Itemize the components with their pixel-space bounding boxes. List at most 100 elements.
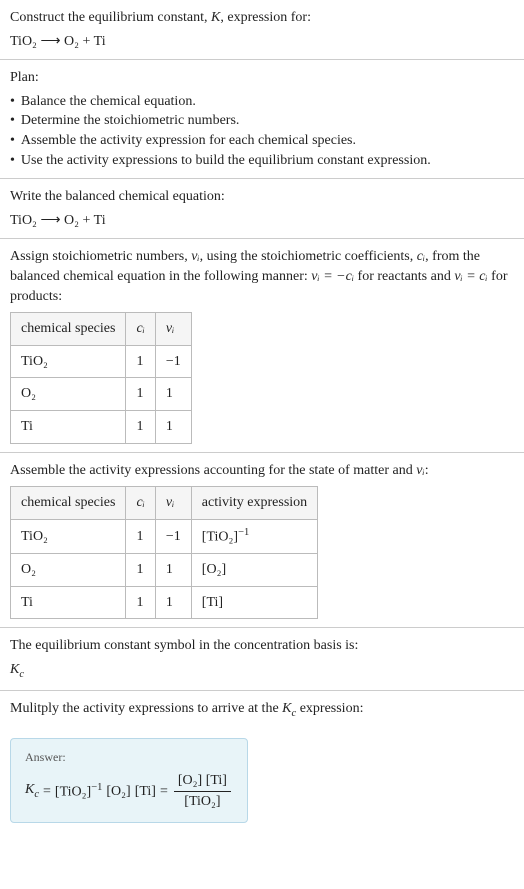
table-row: O₂ 1 1: [11, 378, 192, 411]
cell-species: Ti: [11, 410, 126, 443]
term1: [TiO₂]−1: [55, 781, 102, 802]
nu-i: νᵢ: [191, 249, 199, 264]
bullet-icon: •: [10, 111, 15, 131]
plan-item: • Determine the stoichiometric numbers.: [10, 111, 514, 131]
cell-ci: 1: [126, 519, 155, 553]
kc-k: K: [282, 701, 291, 716]
cell-activity: [TiO₂]−1: [191, 519, 317, 553]
cell-species: Ti: [11, 586, 126, 619]
rel1: νᵢ = −cᵢ: [311, 269, 354, 284]
table-row: TiO₂ 1 −1 [TiO₂]−1: [11, 519, 318, 553]
stoich-intro-d: for reactants and: [354, 269, 454, 284]
activity-section: Assemble the activity expressions accoun…: [0, 453, 524, 629]
cell-ci: 1: [126, 378, 155, 411]
term1-base: [TiO₂]: [55, 785, 91, 800]
c-i: cᵢ: [417, 249, 425, 264]
cell-vi: −1: [155, 345, 191, 378]
col-ci: cᵢ: [126, 487, 155, 520]
cell-ci: 1: [126, 553, 155, 586]
kc-inline: Kc: [282, 701, 296, 716]
fraction: [O₂] [Ti] [TiO₂]: [174, 771, 231, 811]
activity-intro-b: :: [425, 463, 429, 478]
cell-species: TiO₂: [11, 345, 126, 378]
reaction-equation: TiO₂ ⟶ O₂ + Ti: [10, 32, 514, 52]
cell-species: O₂: [11, 553, 126, 586]
expr-base: [Ti]: [202, 595, 223, 610]
answer-box: Answer: Kc = [TiO₂]−1 [O₂] [Ti] = [O₂] […: [10, 738, 248, 823]
K-symbol: K: [211, 10, 220, 25]
table-row: TiO₂ 1 −1: [11, 345, 192, 378]
activity-intro: Assemble the activity expressions accoun…: [10, 461, 514, 481]
activity-intro-a: Assemble the activity expressions accoun…: [10, 463, 416, 478]
plan-text: Balance the chemical equation.: [21, 92, 196, 112]
cell-species: TiO₂: [11, 519, 126, 553]
multiply-section: Mulitply the activity expressions to arr…: [0, 691, 524, 729]
multiply-intro-a: Mulitply the activity expressions to arr…: [10, 701, 282, 716]
plan-item: •Assemble the activity expression for ea…: [10, 131, 514, 151]
cell-ci: 1: [126, 586, 155, 619]
stoich-intro: Assign stoichiometric numbers, νᵢ, using…: [10, 247, 514, 306]
cell-ci: 1: [126, 345, 155, 378]
plan-section: Plan: • Balance the chemical equation. • D…: [0, 60, 524, 179]
construct-text-a: Construct the equilibrium constant,: [10, 10, 211, 25]
balanced-equation: TiO₂ ⟶ O₂ + Ti: [10, 211, 514, 231]
table-row: Ti 1 1 [Ti]: [11, 586, 318, 619]
table-row: Ti 1 1: [11, 410, 192, 443]
table-header-row: chemical species cᵢ νᵢ: [11, 313, 192, 346]
equals-1: =: [43, 782, 51, 802]
col-vi: νᵢ: [155, 313, 191, 346]
equals-2: =: [160, 782, 168, 802]
table-header-row: chemical species cᵢ νᵢ activity expressi…: [11, 487, 318, 520]
col-activity: activity expression: [191, 487, 317, 520]
kc-k: K: [10, 662, 19, 677]
plan-list: • Balance the chemical equation. • Determi…: [10, 92, 514, 170]
stoich-intro-a: Assign stoichiometric numbers,: [10, 249, 191, 264]
table-row: O₂ 1 1 [O₂]: [11, 553, 318, 586]
expr-base: [O₂]: [202, 562, 226, 577]
kc-lhs: Kc: [25, 780, 39, 802]
cell-activity: [Ti]: [191, 586, 317, 619]
col-ci: cᵢ: [126, 313, 155, 346]
cell-ci: 1: [126, 410, 155, 443]
kc-sub: c: [19, 669, 24, 680]
cell-activity: [O₂]: [191, 553, 317, 586]
col-species: chemical species: [11, 487, 126, 520]
plan-title: Plan:: [10, 68, 514, 88]
answer-label: Answer:: [25, 749, 233, 766]
cell-species: O₂: [11, 378, 126, 411]
cell-vi: 1: [155, 553, 191, 586]
stoich-intro-b: , using the stoichiometric coefficients,: [200, 249, 417, 264]
nu-i: νᵢ: [416, 463, 424, 478]
symbol-section: The equilibrium constant symbol in the c…: [0, 628, 524, 691]
frac-num: [O₂] [Ti]: [174, 771, 231, 792]
cell-vi: 1: [155, 586, 191, 619]
term1-sup: −1: [91, 782, 102, 793]
bullet-icon: •: [10, 151, 15, 171]
plan-item: • Balance the chemical equation.: [10, 92, 514, 112]
term3: [Ti]: [135, 782, 156, 802]
cell-vi: −1: [155, 519, 191, 553]
plan-text: Determine the stoichiometric numbers.: [21, 111, 240, 131]
bullet-icon: •: [10, 92, 15, 112]
expr-base: [TiO₂]: [202, 529, 238, 544]
stoich-table: chemical species cᵢ νᵢ TiO₂ 1 −1 O₂ 1 1 …: [10, 312, 192, 443]
plan-text: Use the activity expressions to build th…: [21, 151, 431, 171]
rel2: νᵢ = cᵢ: [454, 269, 487, 284]
construct-line: Construct the equilibrium constant, K, e…: [10, 8, 514, 28]
balanced-section: Write the balanced chemical equation: Ti…: [0, 179, 524, 239]
cell-vi: 1: [155, 410, 191, 443]
construct-text-b: , expression for:: [220, 10, 311, 25]
plan-item: • Use the activity expressions to build t…: [10, 151, 514, 171]
problem-statement: Construct the equilibrium constant, K, e…: [0, 0, 524, 60]
cell-vi: 1: [155, 378, 191, 411]
multiply-intro-b: expression:: [296, 701, 363, 716]
activity-table: chemical species cᵢ νᵢ activity expressi…: [10, 486, 318, 619]
col-vi: νᵢ: [155, 487, 191, 520]
expr-sup: −1: [238, 527, 249, 538]
symbol-intro: The equilibrium constant symbol in the c…: [10, 636, 514, 656]
kc-symbol: Kc: [10, 660, 514, 682]
bullet-icon: •: [10, 131, 15, 151]
col-species: chemical species: [11, 313, 126, 346]
balanced-intro: Write the balanced chemical equation:: [10, 187, 514, 207]
stoich-section: Assign stoichiometric numbers, νᵢ, using…: [0, 239, 524, 452]
